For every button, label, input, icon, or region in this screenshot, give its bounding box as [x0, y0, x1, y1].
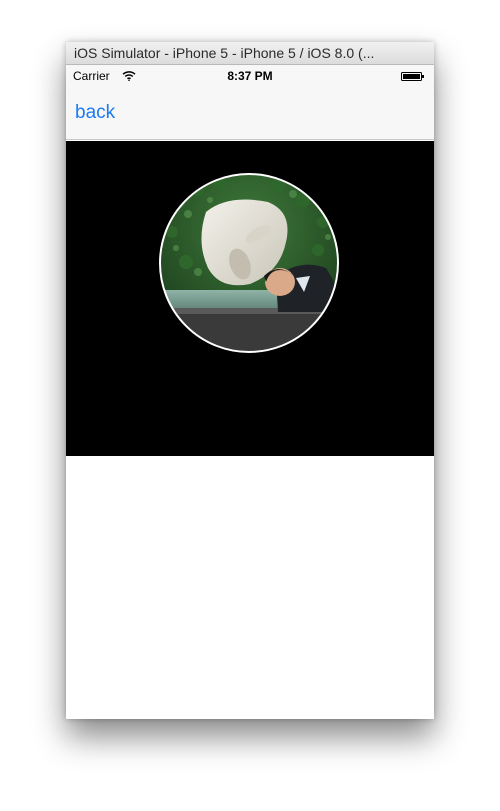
navigation-bar: back	[66, 87, 434, 140]
window-titlebar[interactable]: iOS Simulator - iPhone 5 - iPhone 5 / iO…	[66, 42, 434, 65]
desktop-background: iOS Simulator - iPhone 5 - iPhone 5 / iO…	[0, 0, 500, 811]
profile-photo[interactable]	[158, 172, 340, 354]
window-title: iOS Simulator - iPhone 5 - iPhone 5 / iO…	[74, 45, 375, 61]
status-bar: Carrier 8:37 PM	[66, 65, 434, 87]
status-time: 8:37 PM	[227, 69, 273, 83]
device-screen: Carrier 8:37 PM back	[66, 65, 434, 719]
image-panel	[66, 141, 434, 456]
simulator-window: iOS Simulator - iPhone 5 - iPhone 5 / iO…	[66, 42, 434, 719]
content-area	[66, 456, 434, 719]
battery-icon	[401, 72, 424, 81]
back-button[interactable]: back	[75, 102, 115, 124]
